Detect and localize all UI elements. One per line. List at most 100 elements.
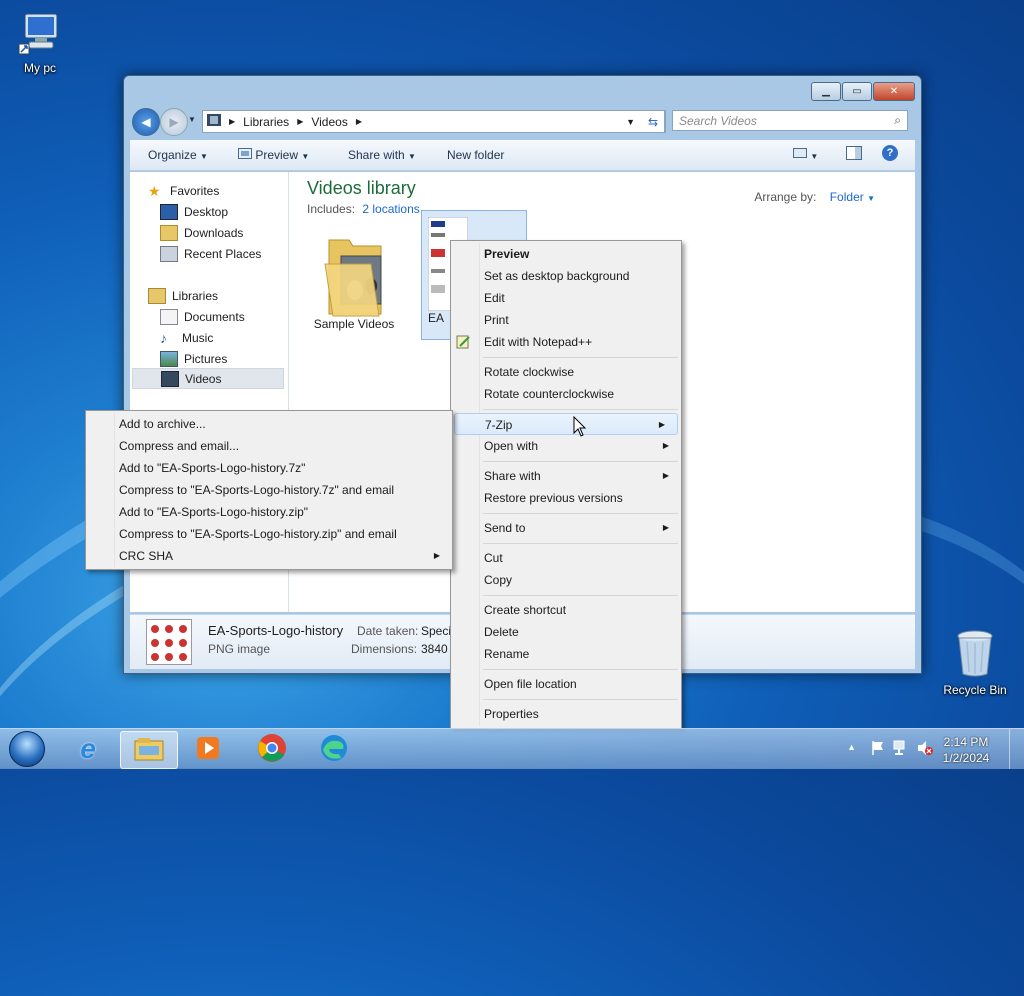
address-bar[interactable]: ▶ Libraries ▶ Videos ▶ ▼ — [202, 110, 666, 133]
menu-item-add-to-archive[interactable]: Add to archive... — [86, 413, 452, 435]
menu-item-set-desktop-background[interactable]: Set as desktop background — [451, 265, 681, 287]
share-with-button[interactable]: Share with ▼ — [348, 148, 416, 162]
nav-label: Documents — [184, 309, 245, 324]
refresh-button[interactable]: ⇆ — [642, 110, 665, 133]
locations-link[interactable]: 2 locations — [362, 202, 419, 216]
notepadpp-icon — [456, 334, 471, 356]
nav-label: Libraries — [172, 288, 219, 303]
pictures-icon — [160, 350, 178, 367]
change-view-button[interactable]: ▼ — [793, 147, 818, 162]
menu-item-edit-with-notepadpp[interactable]: Edit with Notepad++ — [451, 331, 681, 353]
search-input[interactable]: Search Videos ⌕ — [672, 110, 908, 131]
maximize-button[interactable]: ▭ — [842, 82, 872, 101]
menu-item-delete[interactable]: Delete — [451, 621, 681, 643]
nav-music[interactable]: ♪ Music — [160, 327, 213, 348]
back-arrow-icon: ◀ — [141, 115, 151, 129]
menu-item-compress-and-email[interactable]: Compress and email... — [86, 435, 452, 457]
share-with-label: Share with — [348, 148, 405, 162]
menu-item-edit[interactable]: Edit — [451, 287, 681, 309]
arrange-dropdown[interactable]: Folder ▼ — [830, 190, 875, 204]
forward-arrow-icon: ▶ — [169, 115, 179, 129]
nav-libraries[interactable]: Libraries — [148, 285, 218, 306]
help-button[interactable]: ? — [882, 145, 898, 161]
navigation-row: ◀ ▶ ▼ ▶ Libraries ▶ Videos ▶ ▼ ⇆ Search … — [130, 106, 915, 136]
show-desktop-button[interactable] — [1009, 729, 1024, 769]
nav-videos[interactable]: Videos — [132, 368, 284, 389]
taskbar-chrome[interactable] — [244, 731, 300, 767]
new-folder-button[interactable]: New folder — [447, 148, 504, 162]
menu-item-add-to-zip[interactable]: Add to "EA-Sports-Logo-history.zip" — [86, 501, 452, 523]
taskbar-file-explorer[interactable] — [120, 731, 178, 769]
address-dropdown-icon[interactable]: ▼ — [626, 117, 635, 127]
action-center-flag-icon[interactable] — [870, 740, 886, 759]
nav-documents[interactable]: Documents — [160, 306, 245, 327]
menu-item-open-file-location[interactable]: Open file location — [451, 673, 681, 695]
network-icon[interactable] — [892, 740, 910, 759]
chevron-down-icon: ▼ — [867, 194, 875, 203]
breadcrumb-separator-icon: ▶ — [355, 117, 362, 126]
menu-separator — [483, 409, 678, 410]
start-button[interactable] — [0, 731, 54, 767]
taskbar-edge[interactable] — [306, 731, 362, 767]
nav-downloads[interactable]: Downloads — [160, 222, 243, 243]
menu-item-rename[interactable]: Rename — [451, 643, 681, 665]
breadcrumb-libraries[interactable]: Libraries — [243, 115, 289, 129]
maximize-icon: ▭ — [852, 86, 862, 97]
volume-muted-icon[interactable] — [916, 740, 934, 759]
menu-item-rotate-counterclockwise[interactable]: Rotate counterclockwise — [451, 383, 681, 405]
menu-item-cut[interactable]: Cut — [451, 547, 681, 569]
nav-label: Favorites — [170, 183, 220, 198]
forward-button[interactable]: ▶ — [160, 108, 188, 136]
menu-item-properties[interactable]: Properties — [451, 703, 681, 725]
menu-item-send-to[interactable]: Send to ▶ — [451, 517, 681, 539]
menu-item-share-with[interactable]: Share with ▶ — [451, 465, 681, 487]
menu-item-create-shortcut[interactable]: Create shortcut — [451, 599, 681, 621]
item-label: EA — [428, 311, 445, 325]
desktop-icon — [160, 203, 178, 220]
recent-places-icon — [160, 245, 178, 262]
taskbar-internet-explorer[interactable]: e — [60, 731, 116, 767]
organize-button[interactable]: Organize ▼ — [148, 148, 208, 162]
menu-item-compress-to-zip-email[interactable]: Compress to "EA-Sports-Logo-history.zip"… — [86, 523, 452, 545]
menu-item-crc-sha[interactable]: CRC SHA ▶ — [86, 545, 452, 567]
menu-item-print[interactable]: Print — [451, 309, 681, 331]
chevron-down-icon: ▼ — [810, 152, 819, 161]
menu-separator — [483, 699, 678, 700]
menu-item-restore-previous-versions[interactable]: Restore previous versions — [451, 487, 681, 509]
desktop-icon-recycle-bin[interactable]: Recycle Bin — [937, 628, 1013, 697]
nav-pictures[interactable]: Pictures — [160, 348, 227, 369]
folder-icon — [299, 234, 409, 327]
breadcrumb-videos[interactable]: Videos — [311, 115, 347, 129]
minimize-button[interactable]: ▁ — [811, 82, 841, 101]
menu-item-rotate-clockwise[interactable]: Rotate clockwise — [451, 361, 681, 383]
nav-label: Pictures — [184, 351, 228, 366]
menu-item-copy[interactable]: Copy — [451, 569, 681, 591]
back-button[interactable]: ◀ — [132, 108, 160, 136]
show-hidden-icons-button[interactable]: ▲ — [847, 742, 856, 752]
search-icon[interactable]: ⌕ — [894, 113, 901, 128]
taskbar-media-player[interactable] — [180, 731, 236, 767]
nav-recent-places[interactable]: Recent Places — [160, 243, 261, 264]
preview-pane-button[interactable] — [846, 146, 862, 163]
preview-button[interactable]: Preview ▼ — [238, 148, 309, 162]
nav-label: Music — [182, 330, 214, 345]
system-clock[interactable]: 2:14 PM 1/2/2024 — [936, 734, 996, 766]
menu-item-preview[interactable]: Preview — [451, 243, 681, 265]
recent-pages-dropdown-icon[interactable]: ▼ — [188, 115, 196, 124]
window-titlebar[interactable]: ▁ ▭ ✕ — [124, 76, 921, 104]
menu-item-compress-to-7z-email[interactable]: Compress to "EA-Sports-Logo-history.7z" … — [86, 479, 452, 501]
breadcrumb-separator-icon: ▶ — [297, 117, 304, 126]
item-sample-videos[interactable]: Sample Videos — [299, 234, 409, 331]
close-button[interactable]: ✕ — [873, 82, 915, 101]
menu-item-add-to-7z[interactable]: Add to "EA-Sports-Logo-history.7z" — [86, 457, 452, 479]
desktop-icon-label: My pc — [23, 61, 56, 75]
desktop-icon-my-pc[interactable]: My pc — [2, 10, 78, 75]
nav-desktop[interactable]: Desktop — [160, 201, 228, 222]
details-dims-label: Dimensions: — [351, 642, 418, 656]
nav-favorites[interactable]: ★ Favorites — [148, 180, 219, 201]
menu-item-open-with[interactable]: Open with ▶ — [451, 435, 681, 457]
music-note-icon: ♪ — [160, 329, 167, 346]
item-label: Sample Videos — [313, 317, 395, 331]
menu-separator — [483, 543, 678, 544]
menu-item-7zip[interactable]: 7-Zip ▶ — [454, 413, 678, 435]
